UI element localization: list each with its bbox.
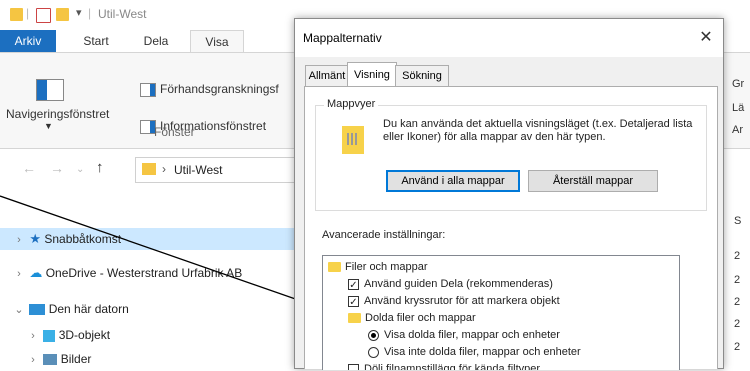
- scroll-up-arrow-icon[interactable]: ⌃: [679, 259, 680, 270]
- folder-views-group: Mappvyer Du kan använda det aktuella vis…: [315, 98, 707, 211]
- folder-options-dialog: Mappalternativ ✕ Allmänt Visning Sökning…: [294, 18, 724, 370]
- folder-views-description: Du kan använda det aktuella visningsläge…: [383, 118, 693, 143]
- advanced-setting-item[interactable]: Dölj filnamnstillägg för kända filtyper: [328, 361, 679, 370]
- checkbox-checked-icon[interactable]: ✓: [348, 278, 359, 291]
- advanced-setting-label: Visa dolda filer, mappar och enheter: [384, 329, 560, 341]
- close-icon[interactable]: ✕: [693, 25, 719, 51]
- reset-folders-button[interactable]: Återställ mappar: [528, 170, 658, 192]
- dialog-title: Mappalternativ: [303, 31, 382, 45]
- scrollbar[interactable]: ⌃: [679, 256, 680, 370]
- folder-icon: [348, 313, 361, 324]
- advanced-setting-item[interactable]: ✓ Använd kryssrutor för att markera objek…: [328, 293, 679, 310]
- advanced-setting-label: Dolda filer och mappar: [365, 312, 476, 324]
- advanced-setting-label: Visa inte dolda filer, mappar och enhete…: [384, 346, 581, 358]
- advanced-setting-item[interactable]: ✓ Använd guiden Dela (rekommenderas): [328, 276, 679, 293]
- advanced-setting-label: Filer och mappar: [345, 261, 428, 273]
- tab-view[interactable]: Visning: [347, 62, 397, 87]
- folder-view-icon: [342, 126, 364, 154]
- radio-selected-icon[interactable]: [368, 329, 379, 341]
- advanced-setting-label: Använd kryssrutor för att markera objekt: [364, 295, 560, 307]
- advanced-settings-list[interactable]: Filer och mappar ✓ Använd guiden Dela (rek…: [322, 255, 680, 370]
- advanced-setting-item[interactable]: Visa inte dolda filer, mappar och enhete…: [328, 344, 679, 361]
- folder-views-legend: Mappvyer: [324, 98, 379, 110]
- apply-to-folders-button[interactable]: Använd i alla mappar: [386, 170, 520, 192]
- folder-icon: [328, 262, 341, 273]
- tab-general[interactable]: Allmänt: [305, 65, 349, 86]
- advanced-setting-item[interactable]: Dolda filer och mappar: [328, 310, 679, 327]
- tab-search[interactable]: Sökning: [395, 65, 449, 86]
- dialog-titlebar: Mappalternativ ✕: [295, 19, 723, 57]
- checkbox-checked-icon[interactable]: ✓: [348, 295, 359, 308]
- advanced-setting-label: Använd guiden Dela (rekommenderas): [364, 278, 553, 290]
- advanced-setting-item[interactable]: Filer och mappar: [328, 259, 679, 276]
- view-tab-panel: Mappvyer Du kan använda det aktuella vis…: [304, 86, 718, 370]
- advanced-settings-label: Avancerade inställningar:: [322, 229, 446, 241]
- radio-icon[interactable]: [368, 346, 379, 358]
- advanced-setting-item[interactable]: Visa dolda filer, mappar och enheter: [328, 327, 679, 344]
